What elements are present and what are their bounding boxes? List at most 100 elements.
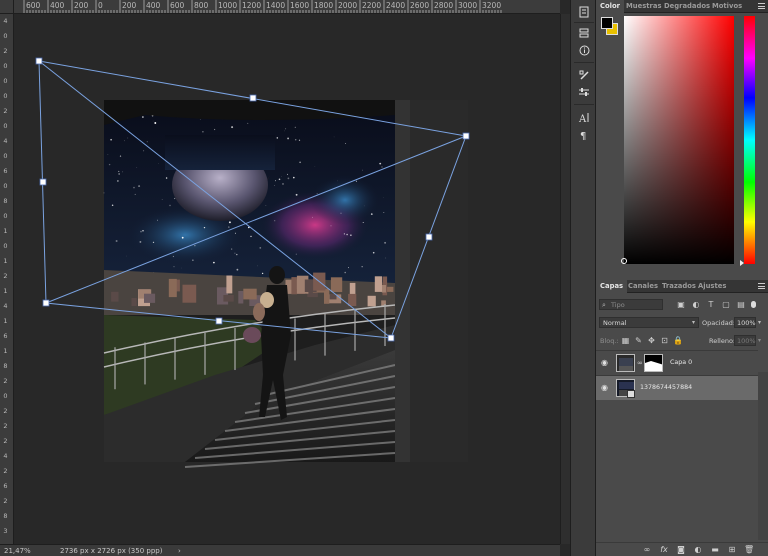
svg-text:¶: ¶	[580, 131, 586, 140]
new-layer-icon[interactable]: ⊞	[727, 545, 737, 555]
color-saturation-field[interactable]	[624, 16, 734, 264]
transform-handle-bottom[interactable]	[215, 317, 223, 325]
svg-text:A: A	[578, 114, 587, 123]
ruler-label: 800	[194, 1, 209, 10]
filter-shape-icon[interactable]: ▢	[721, 300, 731, 309]
ruler-label: 1	[3, 287, 8, 295]
layers-panel-menu-icon[interactable]	[758, 283, 765, 289]
ruler-label: 1	[3, 227, 8, 235]
ruler-label: 3000	[458, 1, 478, 10]
ruler-label: 2200	[362, 1, 382, 10]
horizontal-ruler[interactable]: 600 400 200 0 200 400 600 800 1000 1200 1400 1600 18…	[14, 0, 560, 14]
filter-smart-object-icon[interactable]: ▤	[736, 300, 746, 309]
tab-gradients[interactable]: Degradados	[660, 0, 714, 13]
fill-input[interactable]: 100%	[734, 335, 756, 346]
ruler-label: 2	[3, 377, 8, 385]
visibility-eye-icon[interactable]: ◉	[601, 359, 610, 367]
ruler-label: 0	[3, 32, 8, 40]
transform-handle-top-right[interactable]	[462, 132, 470, 140]
lock-artboard-icon[interactable]: ⊡	[660, 336, 669, 345]
ruler-label: 0	[3, 92, 8, 100]
ruler-corner	[0, 0, 14, 14]
delete-layer-icon[interactable]: 🗑	[744, 545, 754, 555]
opacity-chevron-icon[interactable]: ▾	[758, 319, 761, 326]
canvas-scrollbar[interactable]	[560, 14, 570, 544]
layer-filter-input[interactable]: Tipo	[599, 299, 663, 310]
blend-mode-value: Normal	[603, 319, 627, 327]
blend-mode-select[interactable]: Normal ▾	[599, 317, 699, 328]
hue-slider[interactable]	[744, 16, 755, 264]
properties-icon[interactable]	[575, 25, 593, 41]
ruler-label: 8	[3, 197, 8, 205]
ruler-label: 8	[3, 362, 8, 370]
history-icon[interactable]	[575, 4, 593, 20]
tab-adjustments[interactable]: Ajustes	[694, 280, 730, 293]
color-picker-cursor[interactable]	[621, 258, 627, 264]
character-icon[interactable]: A	[575, 109, 593, 125]
foreground-color-swatch[interactable]	[601, 17, 613, 29]
ruler-label: 2400	[386, 1, 406, 10]
zoom-level[interactable]: 21,47%	[4, 547, 31, 555]
ruler-label: 8	[3, 512, 8, 520]
filter-pixel-icon[interactable]: ▣	[676, 300, 686, 309]
ruler-label: 0	[3, 77, 8, 85]
filter-type-icon[interactable]: T	[706, 300, 716, 309]
lock-all-icon[interactable]: 🔒	[673, 336, 683, 345]
link-layers-icon[interactable]: ∞	[642, 545, 652, 555]
layer-row-1378674457884[interactable]: ◉ 1378674457884	[596, 375, 758, 400]
opacity-input[interactable]: 100%	[734, 317, 756, 328]
layer-style-icon[interactable]: fx	[659, 545, 669, 555]
ruler-label: 1600	[290, 1, 310, 10]
ruler-label: 2800	[434, 1, 454, 10]
ruler-label: 2	[3, 272, 8, 280]
fill-chevron-icon[interactable]: ▾	[758, 337, 761, 344]
status-arrow-icon[interactable]: ›	[178, 547, 181, 555]
transform-handle-top[interactable]	[249, 94, 257, 102]
tab-patterns[interactable]: Motivos	[708, 0, 746, 13]
adjustment-layer-icon[interactable]: ◐	[693, 545, 703, 555]
filter-adjustment-icon[interactable]: ◐	[691, 300, 701, 309]
lock-position-icon[interactable]: ✥	[647, 336, 656, 345]
vertical-ruler[interactable]: 4 0 2 0 0 0 2 0 4 0 6 0 8 0 1 0 1 2 1 4 1 6 1 8 2 0 2 2 2 4 2 6 2 8 3	[0, 14, 14, 544]
layer-mask-thumbnail[interactable]	[644, 354, 663, 372]
ruler-label: 2	[3, 47, 8, 55]
layers-scrollbar[interactable]	[758, 372, 768, 540]
lock-transparency-icon[interactable]: ▦	[621, 336, 630, 345]
filter-toggle[interactable]	[751, 301, 756, 308]
lock-pixels-icon[interactable]: ✎	[634, 336, 643, 345]
transform-handle-bottom-right[interactable]	[387, 334, 395, 342]
hue-slider-handle[interactable]	[740, 260, 744, 266]
info-icon[interactable]	[575, 42, 593, 58]
tab-channels[interactable]: Canales	[624, 280, 662, 293]
visibility-eye-icon[interactable]: ◉	[601, 384, 610, 392]
ruler-label: 3200	[482, 1, 502, 10]
transform-handle-left[interactable]	[39, 178, 47, 186]
new-group-icon[interactable]: ▬	[710, 545, 720, 555]
ruler-label: 0	[3, 62, 8, 70]
transform-handle-bottom-left[interactable]	[42, 299, 50, 307]
tab-swatches[interactable]: Muestras	[622, 0, 666, 13]
paragraph-icon[interactable]: ¶	[575, 126, 593, 142]
layer-row-capa-0[interactable]: ◉ ∞ Capa 0	[596, 350, 758, 375]
add-mask-icon[interactable]: ◙	[676, 545, 686, 555]
tab-color[interactable]: Color	[596, 0, 625, 13]
color-panel-menu-icon[interactable]	[758, 3, 765, 9]
fill-label: Relleno:	[709, 337, 736, 345]
ruler-label: 200	[122, 1, 137, 10]
document-canvas[interactable]	[15, 15, 560, 544]
ruler-label: 6	[3, 167, 8, 175]
link-icon[interactable]: ∞	[637, 359, 643, 367]
layers-panel-tabs: Capas Canales Trazados Ajustes	[596, 280, 768, 293]
tab-layers[interactable]: Capas	[596, 280, 628, 293]
transform-handle-top-left[interactable]	[35, 57, 43, 65]
lock-label: Bloq.:	[600, 337, 619, 345]
ruler-label: 6	[3, 332, 8, 340]
brush-preset-icon[interactable]	[575, 67, 593, 83]
ruler-label: 0	[3, 152, 8, 160]
status-bar: 21,47% 2736 px x 2726 px (350 ppp) ›	[0, 544, 560, 556]
sliders-icon[interactable]	[575, 84, 593, 100]
ruler-label: 2000	[338, 1, 358, 10]
layer-name[interactable]: Capa 0	[670, 359, 692, 366]
layer-name[interactable]: 1378674457884	[640, 384, 692, 391]
transform-handle-right[interactable]	[425, 233, 433, 241]
